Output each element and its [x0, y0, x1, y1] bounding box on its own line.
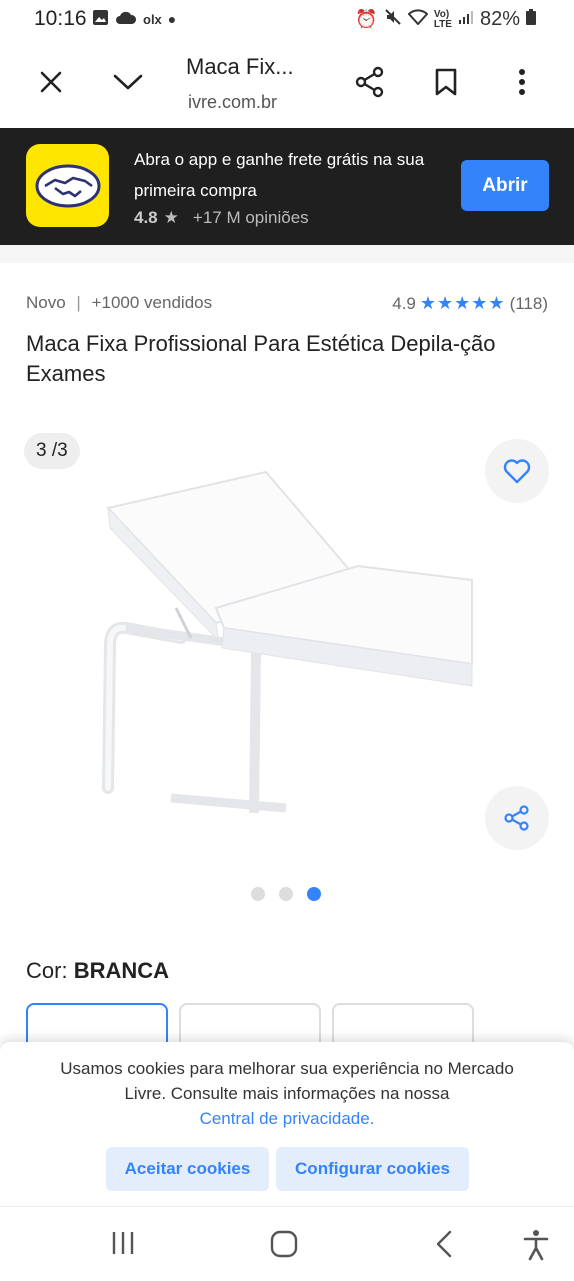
- privacy-center-link[interactable]: Central de privacidade.: [200, 1109, 375, 1128]
- color-value: BRANCA: [73, 958, 170, 983]
- cookie-banner: Usamos cookies para melhorar sua experiê…: [0, 1042, 574, 1206]
- dot-icon: ●: [167, 11, 177, 27]
- status-left-icons: olx ●: [92, 9, 176, 29]
- close-icon: [40, 71, 62, 93]
- accept-cookies-button[interactable]: Aceitar cookies: [106, 1147, 269, 1191]
- product-rating[interactable]: 4.9 ★★★★★ (118): [392, 293, 548, 314]
- mute-icon: [384, 8, 402, 31]
- status-bar: 10:16 olx ● ⏰ Vo) LTE 82%: [0, 0, 574, 40]
- recents-icon: [112, 1232, 134, 1254]
- olx-label: olx: [143, 11, 162, 27]
- status-right-icons: ⏰ Vo) LTE 82%: [355, 8, 536, 31]
- minimize-button[interactable]: [104, 58, 152, 106]
- gallery-icon: [92, 9, 109, 29]
- separator: |: [76, 293, 81, 312]
- status-time: 10:16: [34, 7, 87, 30]
- favorite-button[interactable]: [485, 439, 549, 503]
- color-label: Cor:: [26, 958, 68, 983]
- image-counter: 3 /3: [24, 433, 80, 469]
- page-title: Maca Fix...: [186, 54, 294, 79]
- section-divider: [0, 245, 574, 263]
- cloud-icon: [115, 11, 137, 28]
- accessibility-button[interactable]: [522, 1229, 550, 1266]
- android-nav-bar: [0, 1206, 574, 1281]
- share-icon: [355, 66, 384, 98]
- review-count: (118): [509, 293, 548, 313]
- more-options-button[interactable]: [498, 58, 546, 106]
- lte-icon: Vo) LTE: [433, 8, 452, 30]
- share-icon: [504, 805, 529, 831]
- handshake-icon: [35, 164, 100, 207]
- massage-table-image: [102, 470, 473, 814]
- close-button[interactable]: [27, 58, 75, 106]
- rating-value: 4.9: [392, 293, 416, 313]
- back-button[interactable]: [432, 1229, 456, 1264]
- carousel-dot-active[interactable]: [307, 887, 321, 901]
- share-button[interactable]: [346, 58, 394, 106]
- home-button[interactable]: [268, 1229, 300, 1264]
- product-image[interactable]: [96, 468, 486, 818]
- configure-cookies-button[interactable]: Configurar cookies: [276, 1147, 469, 1191]
- page-url[interactable]: ivre.com.br: [188, 92, 277, 113]
- battery-percent: 82%: [479, 8, 520, 30]
- cookie-text: Usamos cookies para melhorar sua experiê…: [40, 1056, 534, 1131]
- banner-opinions: +17 M opiniões: [192, 208, 309, 227]
- banner-rating-value: 4.8: [134, 208, 158, 227]
- star-icon: ★: [163, 208, 179, 227]
- chevron-down-icon: [113, 74, 143, 90]
- signal-icon: [458, 9, 474, 30]
- carousel-dot[interactable]: [251, 887, 265, 901]
- product-subtitle: Novo | +1000 vendidos: [26, 293, 212, 313]
- banner-rating: 4.8 ★ +17 M opiniões: [134, 208, 309, 228]
- carousel-indicators: [251, 887, 321, 901]
- bookmark-icon: [435, 68, 457, 96]
- battery-icon: [526, 9, 536, 30]
- open-app-button[interactable]: Abrir: [461, 160, 549, 211]
- heart-icon: [503, 459, 531, 484]
- banner-text: Abra o app e ganhe frete grátis na sua p…: [134, 150, 425, 200]
- product-condition: Novo: [26, 293, 66, 312]
- bookmark-button[interactable]: [422, 58, 470, 106]
- cookie-message: Usamos cookies para melhorar sua experiê…: [60, 1059, 514, 1103]
- alarm-icon: ⏰: [355, 9, 378, 29]
- accessibility-icon: [523, 1230, 549, 1261]
- product-title: Maca Fixa Profissional Para Estética Dep…: [26, 331, 496, 386]
- rating-stars-icon: ★★★★★: [419, 293, 506, 313]
- mercadolivre-logo: [26, 144, 109, 227]
- carousel-dot[interactable]: [279, 887, 293, 901]
- more-vert-icon: [519, 69, 525, 95]
- browser-toolbar: Maca Fix... ivre.com.br: [0, 40, 574, 128]
- color-selector-label: Cor: BRANCA: [26, 958, 169, 984]
- share-image-button[interactable]: [485, 786, 549, 850]
- recents-button[interactable]: [104, 1229, 142, 1262]
- product-sold-count: +1000 vendidos: [91, 293, 213, 312]
- wifi-icon: [407, 9, 429, 30]
- back-icon: [436, 1230, 452, 1258]
- home-icon: [270, 1230, 298, 1258]
